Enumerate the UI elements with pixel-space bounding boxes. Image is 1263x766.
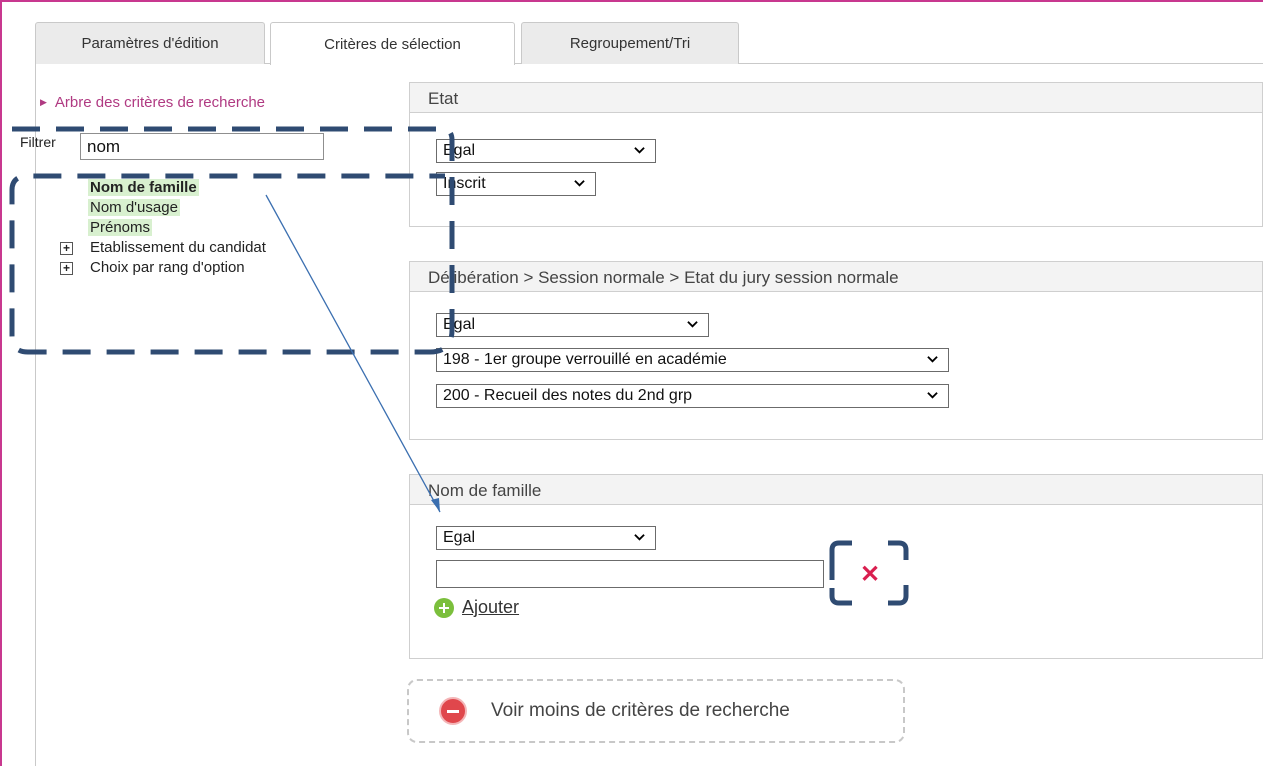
- chevron-down-icon: [634, 147, 645, 154]
- frame-top-border: [0, 0, 1263, 2]
- voir-moins-label: Voir moins de critères de recherche: [491, 700, 790, 721]
- voir-moins-criteres-button[interactable]: Voir moins de critères de recherche: [407, 679, 905, 743]
- minus-circle-icon: [439, 697, 467, 725]
- deliberation-value-2: 200 - Recueil des notes du 2nd grp: [443, 387, 693, 404]
- panel-deliberation-header: Délibération > Session normale > Etat du…: [409, 261, 1263, 292]
- frame-left-border: [0, 0, 2, 766]
- panel-etat-body: [409, 113, 1263, 227]
- filter-input[interactable]: [80, 133, 324, 160]
- panel-deliberation-title: Délibération > Session normale > Etat du…: [428, 268, 899, 287]
- deliberation-value-select-2[interactable]: 200 - Recueil des notes du 2nd grp: [436, 384, 949, 408]
- chevron-down-icon: [687, 321, 698, 328]
- expand-plus-icon[interactable]: +: [60, 262, 73, 275]
- tree-item-nom-de-famille[interactable]: Nom de famille: [88, 179, 199, 196]
- deliberation-operator-select[interactable]: Egal: [436, 313, 709, 337]
- chevron-down-icon: [927, 392, 938, 399]
- tree-item-nom-usage[interactable]: Nom d'usage: [88, 199, 180, 216]
- chevron-down-icon: [927, 356, 938, 363]
- etat-value-select[interactable]: Inscrit: [436, 172, 596, 196]
- filter-label: Filtrer: [20, 134, 56, 150]
- panel-etat-title: Etat: [428, 89, 459, 108]
- tab-parametres-edition[interactable]: Paramètres d'édition: [35, 22, 265, 64]
- add-button[interactable]: Ajouter: [434, 597, 519, 618]
- tab-criteres-selection[interactable]: Critères de sélection: [270, 22, 515, 65]
- nom-famille-text-input[interactable]: [436, 560, 824, 588]
- panel-nom-famille-header: Nom de famille: [409, 474, 1263, 505]
- deliberation-value-1: 198 - 1er groupe verrouillé en académie: [443, 351, 727, 368]
- deliberation-operator-value: Egal: [443, 316, 476, 333]
- deliberation-value-select-1[interactable]: 198 - 1er groupe verrouillé en académie: [436, 348, 949, 372]
- tree-title[interactable]: ▶ Arbre des critères de recherche: [40, 94, 265, 111]
- remove-criterion-icon[interactable]: ✕: [860, 560, 880, 589]
- chevron-down-icon: [574, 180, 585, 187]
- etat-value: Inscrit: [443, 175, 486, 192]
- panel-nom-famille-title: Nom de famille: [428, 481, 542, 500]
- tree-item-prenoms[interactable]: Prénoms: [88, 219, 153, 236]
- expand-plus-icon[interactable]: +: [60, 242, 73, 255]
- etat-operator-select[interactable]: Egal: [436, 139, 656, 163]
- chevron-down-icon: [634, 534, 645, 541]
- add-label: Ajouter: [462, 597, 520, 617]
- collapse-arrow-icon: ▶: [40, 97, 47, 107]
- tab-regroupement-tri[interactable]: Regroupement/Tri: [521, 22, 739, 64]
- tree-item-etablissement[interactable]: Etablissement du candidat: [90, 239, 266, 256]
- nom-famille-operator-select[interactable]: Egal: [436, 526, 656, 550]
- nom-famille-operator-value: Egal: [443, 529, 476, 546]
- panel-etat-header: Etat: [409, 82, 1263, 113]
- etat-operator-value: Egal: [443, 142, 476, 159]
- add-plus-icon: [434, 597, 454, 618]
- tree-item-choix-rang-option[interactable]: Choix par rang d'option: [90, 259, 245, 276]
- tree-title-label: Arbre des critères de recherche: [54, 94, 266, 111]
